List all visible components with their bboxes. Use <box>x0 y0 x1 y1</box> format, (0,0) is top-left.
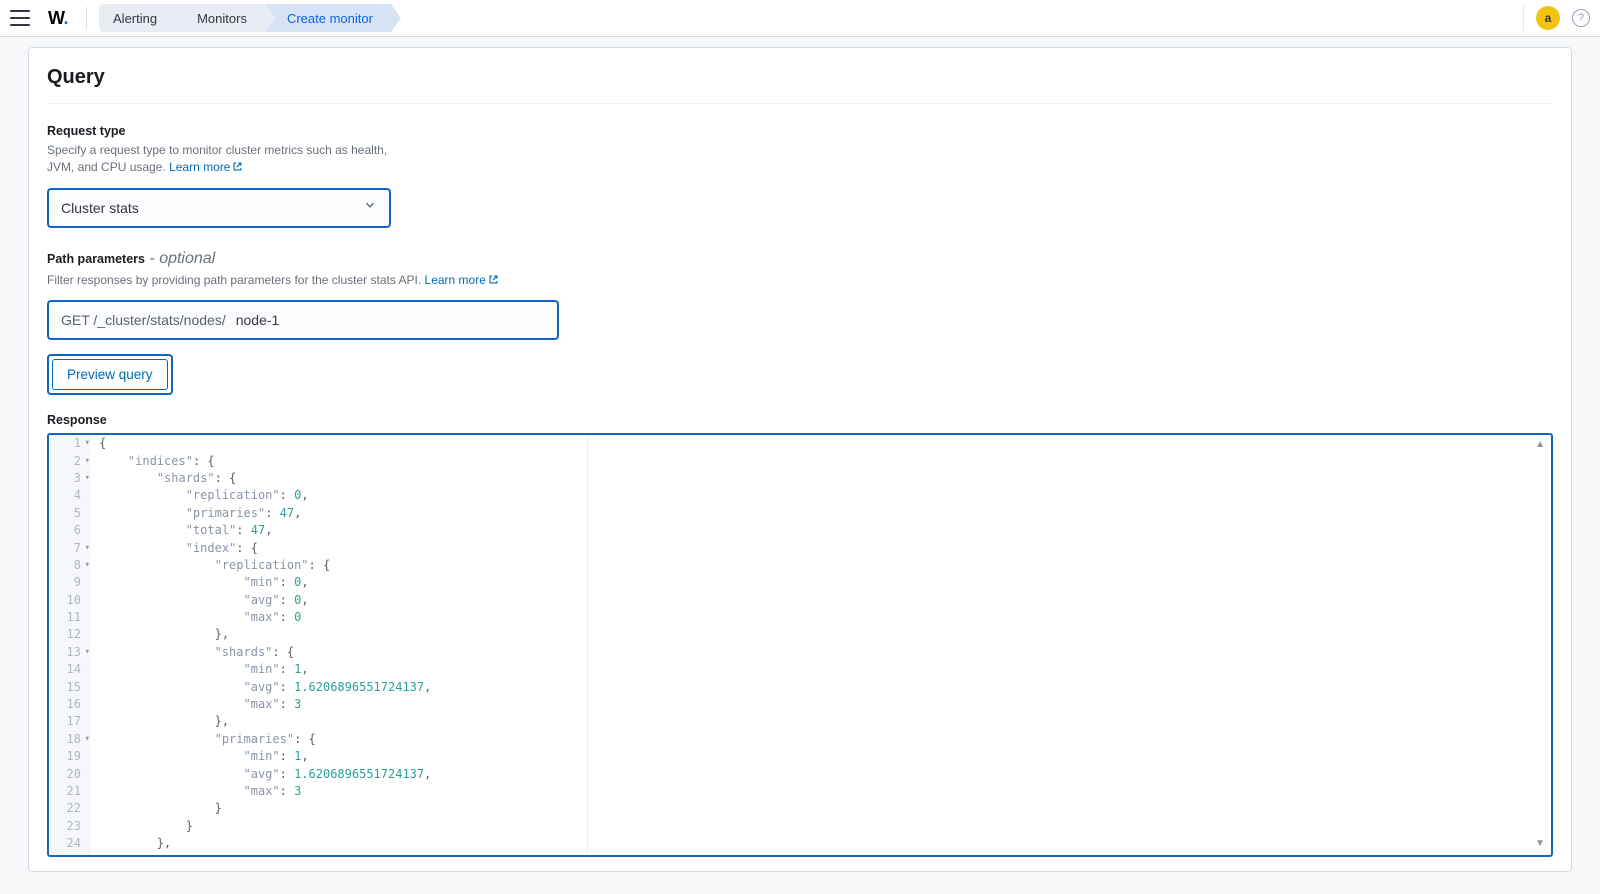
external-link-icon <box>488 273 499 290</box>
crumb-monitors[interactable]: Monitors <box>175 4 265 32</box>
code-line: 4 "replication": 0, <box>49 487 1551 504</box>
code-line: 22 } <box>49 800 1551 817</box>
logo-letter: W <box>48 8 64 28</box>
code-line: 10 "avg": 0, <box>49 592 1551 609</box>
code-line: 18▾ "primaries": { <box>49 731 1551 748</box>
path-help: Filter responses by providing path param… <box>47 272 1553 290</box>
code-line: 3▾ "shards": { <box>49 470 1551 487</box>
path-input-wrap[interactable]: GET /_cluster/stats/nodes/ <box>47 300 559 340</box>
crumb-alerting[interactable]: Alerting <box>99 4 175 32</box>
divider <box>86 7 87 29</box>
breadcrumbs: Alerting Monitors Create monitor <box>99 4 391 32</box>
path-label: Path parameters <box>47 252 145 266</box>
top-bar-left: W. Alerting Monitors Create monitor <box>10 4 391 32</box>
learn-more-text: Learn more <box>169 160 230 174</box>
preview-query-wrap: Preview query <box>47 354 173 395</box>
code-line: 14 "min": 1, <box>49 661 1551 678</box>
code-lines: 1▾{2▾ "indices": {3▾ "shards": {4 "repli… <box>49 435 1551 855</box>
response-label: Response <box>47 413 1553 427</box>
path-help-text: Filter responses by providing path param… <box>47 273 421 287</box>
code-line: 6 "total": 47, <box>49 522 1551 539</box>
path-label-row: Path parameters - optional <box>47 250 1553 268</box>
preview-query-button[interactable]: Preview query <box>52 359 168 390</box>
code-line: 17 }, <box>49 713 1551 730</box>
code-line: 5 "primaries": 47, <box>49 505 1551 522</box>
code-line: 20 "avg": 1.6206896551724137, <box>49 766 1551 783</box>
code-line: 2▾ "indices": { <box>49 453 1551 470</box>
request-type-value: Cluster stats <box>61 200 139 216</box>
page-container: Query Request type Specify a request typ… <box>0 37 1600 882</box>
request-type-select[interactable]: Cluster stats <box>47 188 391 228</box>
avatar[interactable]: a <box>1536 6 1560 30</box>
code-line: 7▾ "index": { <box>49 540 1551 557</box>
code-line: 9 "min": 0, <box>49 574 1551 591</box>
external-link-icon <box>232 160 243 177</box>
learn-more-link[interactable]: Learn more <box>169 160 243 174</box>
chevron-down-icon <box>363 198 377 217</box>
logo[interactable]: W. <box>42 8 74 29</box>
path-parameters-section: Path parameters - optional Filter respon… <box>47 250 1553 340</box>
learn-more-text-path: Learn more <box>425 273 486 287</box>
optional-text: - optional <box>145 250 215 267</box>
code-line: 1▾{ <box>49 435 1551 452</box>
request-type-label: Request type <box>47 124 1553 138</box>
code-line: 23 } <box>49 818 1551 835</box>
top-bar-right: a ? <box>1523 5 1590 31</box>
request-type-help: Specify a request type to monitor cluste… <box>47 142 407 178</box>
code-line: 8▾ "replication": { <box>49 557 1551 574</box>
code-line: 24 }, <box>49 835 1551 852</box>
code-line: 19 "min": 1, <box>49 748 1551 765</box>
help-icon[interactable]: ? <box>1572 9 1590 27</box>
query-card: Query Request type Specify a request typ… <box>28 47 1572 872</box>
scroll-down-icon[interactable]: ▼ <box>1535 838 1545 849</box>
code-line: 12 }, <box>49 626 1551 643</box>
request-type-section: Request type Specify a request type to m… <box>47 124 1553 228</box>
code-scroll[interactable]: 1▾{2▾ "indices": {3▾ "shards": {4 "repli… <box>49 435 1551 855</box>
response-editor[interactable]: ▲ 1▾{2▾ "indices": {3▾ "shards": {4 "rep… <box>47 433 1553 857</box>
logo-dot: . <box>64 8 69 28</box>
learn-more-link-path[interactable]: Learn more <box>425 273 499 287</box>
code-line: 15 "avg": 1.6206896551724137, <box>49 679 1551 696</box>
path-input[interactable] <box>236 312 545 328</box>
code-line: 16 "max": 3 <box>49 696 1551 713</box>
top-bar: W. Alerting Monitors Create monitor a ? <box>0 0 1600 37</box>
card-title: Query <box>47 66 1553 104</box>
code-line: 25▾ "completion": { <box>49 853 1551 856</box>
code-line: 11 "max": 0 <box>49 609 1551 626</box>
crumb-create-monitor[interactable]: Create monitor <box>265 4 391 32</box>
path-prefix: GET /_cluster/stats/nodes/ <box>61 312 226 328</box>
divider <box>1523 5 1524 31</box>
code-line: 21 "max": 3 <box>49 783 1551 800</box>
menu-icon[interactable] <box>10 10 30 26</box>
code-line: 13▾ "shards": { <box>49 644 1551 661</box>
